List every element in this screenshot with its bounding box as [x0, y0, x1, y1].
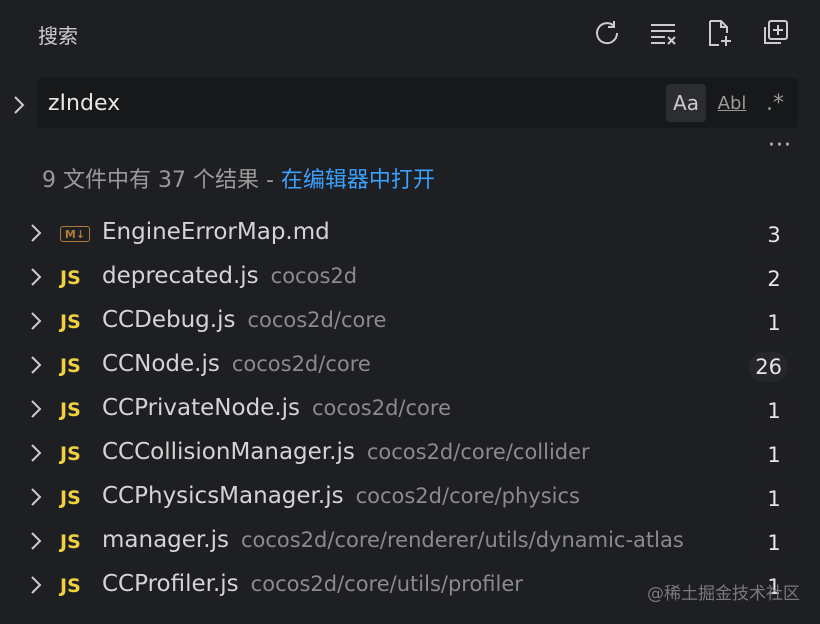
file-name-group: deprecated.js cocos2d	[102, 263, 357, 289]
clear-results-icon	[651, 24, 676, 45]
file-type-badge: JS	[60, 575, 81, 597]
file-result-row[interactable]: JS deprecated.js cocos2d 2	[0, 256, 820, 300]
match-count-badge: 1	[760, 528, 788, 558]
file-name-group: CCPrivateNode.js cocos2d/core	[102, 395, 451, 421]
panel-title: 搜索	[38, 24, 78, 48]
file-result-row[interactable]: JS CCPrivateNode.js cocos2d/core 1	[0, 388, 820, 432]
file-result-row[interactable]: JS CCNode.js cocos2d/core 26	[0, 344, 820, 388]
file-name: CCCollisionManager.js	[102, 439, 355, 465]
file-name: CCNode.js	[102, 351, 220, 377]
collapse-all-icon	[764, 20, 788, 44]
file-type-badge: JS	[60, 399, 81, 421]
file-path: cocos2d	[270, 264, 358, 288]
match-count-badge: 2	[760, 264, 788, 294]
chevron-right-icon[interactable]	[28, 486, 44, 508]
file-path: cocos2d/core/renderer/utils/dynamic-atla…	[240, 528, 684, 552]
toggle-replace-button[interactable]	[8, 92, 30, 118]
markdown-file-icon: M↓	[60, 221, 94, 247]
match-count-badge: 1	[760, 484, 788, 514]
chevron-right-icon[interactable]	[28, 398, 44, 420]
file-name: CCPrivateNode.js	[102, 395, 301, 421]
file-type-badge: JS	[60, 355, 81, 377]
file-path: cocos2d/core/physics	[355, 484, 580, 508]
file-type-badge: JS	[60, 443, 81, 465]
file-name: CCPhysicsManager.js	[102, 483, 344, 509]
javascript-file-icon: JS	[60, 573, 94, 599]
file-result-row[interactable]: JS CCDebug.js cocos2d/core 1	[0, 300, 820, 344]
result-list: M↓ EngineErrorMap.md 3 JS deprecated.js cocos…	[0, 212, 820, 608]
refresh-button[interactable]	[590, 16, 624, 50]
file-type-badge: JS	[60, 267, 81, 289]
open-in-editor-link[interactable]: 在编辑器中打开	[281, 168, 435, 193]
match-count-badge: 26	[749, 352, 788, 382]
file-path: cocos2d/core	[247, 308, 387, 332]
watermark: @稀土掘金技术社区	[647, 584, 800, 604]
chevron-right-icon[interactable]	[28, 222, 44, 244]
file-result-row[interactable]: JS CCCollisionManager.js cocos2d/core/coll…	[0, 432, 820, 476]
toggle-search-details-button[interactable]: ···	[768, 135, 792, 157]
match-count-badge: 1	[760, 396, 788, 426]
file-name: CCProfiler.js	[102, 571, 239, 597]
file-name: CCDebug.js	[102, 307, 236, 333]
chevron-right-icon	[14, 96, 25, 114]
file-name-group: CCPhysicsManager.js cocos2d/core/physics	[102, 483, 580, 509]
file-type-badge: JS	[60, 531, 81, 553]
file-name-group: CCDebug.js cocos2d/core	[102, 307, 386, 333]
chevron-right-icon[interactable]	[28, 310, 44, 332]
result-summary: 9 文件中有 37 个结果 - 在编辑器中打开	[42, 162, 435, 194]
file-result-row[interactable]: JS manager.js cocos2d/core/renderer/utils/…	[0, 520, 820, 564]
javascript-file-icon: JS	[60, 397, 94, 423]
match-count-badge: 3	[760, 220, 788, 250]
file-type-badge: JS	[60, 487, 81, 509]
refresh-icon	[596, 21, 619, 45]
file-path: cocos2d/core/collider	[366, 440, 590, 464]
match-count-badge: 1	[760, 308, 788, 338]
file-path: cocos2d/core	[312, 396, 451, 420]
file-type-badge: JS	[60, 311, 81, 333]
file-result-row[interactable]: M↓ EngineErrorMap.md 3	[0, 212, 820, 256]
javascript-file-icon: JS	[60, 529, 94, 555]
collapse-all-button[interactable]	[758, 16, 792, 50]
chevron-right-icon[interactable]	[28, 530, 44, 552]
javascript-file-icon: JS	[60, 485, 94, 511]
file-name-group: CCProfiler.js cocos2d/core/utils/profiler	[102, 571, 523, 597]
file-name-group: EngineErrorMap.md	[102, 219, 330, 245]
javascript-file-icon: JS	[60, 265, 94, 291]
header-actions	[590, 16, 792, 50]
search-panel-header: 搜索	[0, 0, 820, 66]
file-name-group: manager.js cocos2d/core/renderer/utils/dy…	[102, 527, 684, 553]
chevron-right-icon[interactable]	[28, 354, 44, 376]
chevron-right-icon[interactable]	[28, 266, 44, 288]
new-search-editor-icon	[709, 20, 731, 46]
file-type-badge: M↓	[60, 226, 90, 242]
javascript-file-icon: JS	[60, 441, 94, 467]
file-path: cocos2d/core/utils/profiler	[250, 572, 523, 596]
match-case-toggle[interactable]: Aa	[666, 84, 706, 122]
file-name: deprecated.js	[102, 263, 259, 289]
clear-results-button[interactable]	[646, 16, 680, 50]
javascript-file-icon: JS	[60, 309, 94, 335]
chevron-right-icon[interactable]	[28, 574, 44, 596]
chevron-right-icon[interactable]	[28, 442, 44, 464]
whole-word-toggle[interactable]: Abl	[712, 84, 752, 122]
search-input[interactable]	[48, 86, 648, 120]
file-name-group: CCCollisionManager.js cocos2d/core/collid…	[102, 439, 590, 465]
match-count-badge: 1	[760, 440, 788, 470]
javascript-file-icon: JS	[60, 353, 94, 379]
file-result-row[interactable]: JS CCPhysicsManager.js cocos2d/core/physic…	[0, 476, 820, 520]
summary-text: 9 文件中有 37 个结果 -	[42, 168, 281, 193]
file-name-group: CCNode.js cocos2d/core	[102, 351, 371, 377]
file-path: cocos2d/core	[231, 352, 371, 376]
file-name: EngineErrorMap.md	[102, 219, 330, 245]
new-search-editor-button[interactable]	[702, 16, 736, 50]
search-row: Aa Abl .*	[0, 78, 820, 132]
regex-toggle[interactable]: .*	[756, 84, 794, 122]
search-box: Aa Abl .*	[38, 78, 798, 128]
file-name: manager.js	[102, 527, 229, 553]
